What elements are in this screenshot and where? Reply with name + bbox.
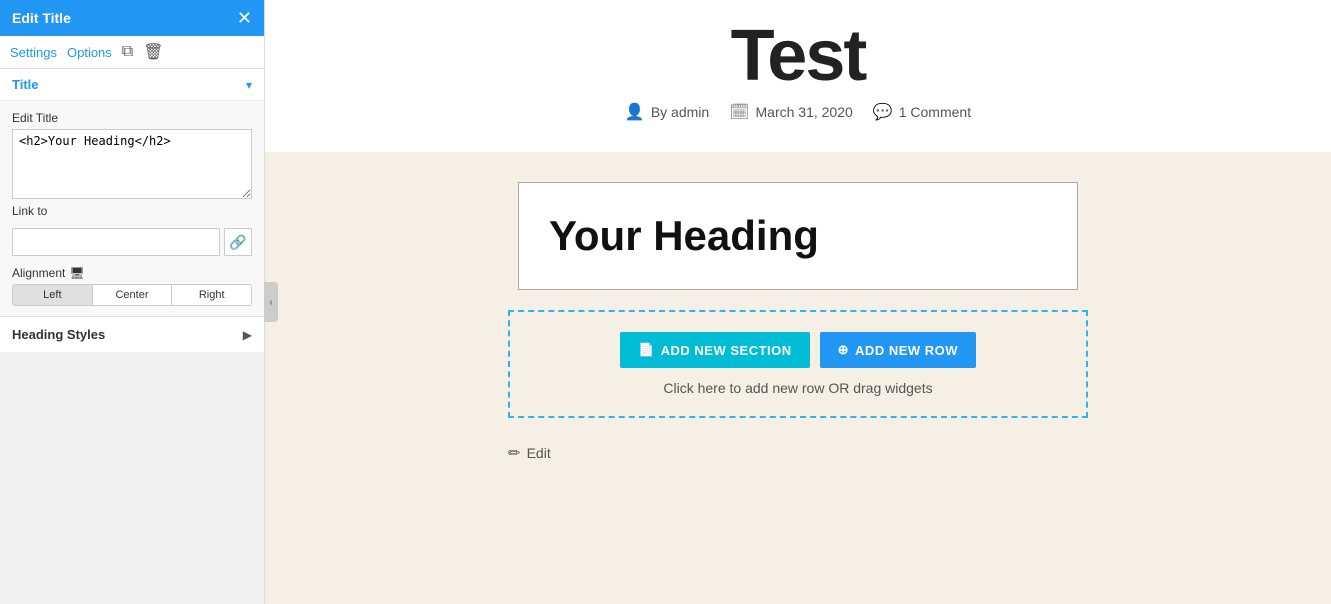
add-section-area: 📄 ADD NEW SECTION ⊕ ADD NEW ROW Click he… bbox=[508, 310, 1088, 418]
link-icon-button[interactable]: 🔗 bbox=[224, 228, 252, 256]
alignment-buttons: Left Center Right bbox=[12, 284, 252, 306]
close-button[interactable]: ✕ bbox=[237, 9, 252, 27]
date-meta: 🗓 March 31, 2020 bbox=[729, 102, 853, 122]
post-header-area: Test 👤 By admin 🗓 March 31, 2020 💬 1 Com… bbox=[265, 0, 1331, 152]
panel-body: Title ▾ Edit Title Link to 🔗 bbox=[0, 69, 264, 604]
comments-meta: 💬 1 Comment bbox=[873, 102, 971, 122]
add-section-label: ADD NEW SECTION bbox=[661, 343, 792, 358]
post-title: Test bbox=[731, 20, 866, 92]
edit-btn-row: ✏ Edit bbox=[508, 438, 1088, 468]
content-area: Your Heading 📄 ADD NEW SECTION ⊕ ADD NEW… bbox=[265, 152, 1331, 498]
edit-title-label: Edit Title bbox=[12, 111, 252, 125]
add-hint: Click here to add new row OR drag widget… bbox=[663, 380, 932, 396]
alignment-row: Alignment 🖥 Left Center Right bbox=[12, 266, 252, 306]
title-section: Title ▾ Edit Title Link to 🔗 bbox=[0, 69, 264, 317]
trash-icon-button[interactable]: 🗑 bbox=[143, 42, 163, 62]
comment-icon: 💬 bbox=[873, 102, 893, 122]
calendar-icon: 🗓 bbox=[729, 102, 749, 122]
title-textarea[interactable] bbox=[12, 129, 252, 199]
monitor-icon: 🖥 bbox=[69, 266, 84, 280]
align-center-button[interactable]: Center bbox=[93, 285, 173, 305]
collapse-arrow-icon: ‹ bbox=[269, 297, 272, 308]
heading-styles-arrow: ▶ bbox=[243, 328, 252, 342]
heading-styles-label: Heading Styles bbox=[12, 327, 105, 342]
add-row-label: ADD NEW ROW bbox=[855, 343, 958, 358]
panel-title: Edit Title bbox=[12, 10, 71, 26]
alignment-text: Alignment bbox=[12, 266, 65, 280]
add-new-row-button[interactable]: ⊕ ADD NEW ROW bbox=[820, 332, 976, 368]
add-section-icon: 📄 bbox=[638, 342, 655, 358]
author-icon: 👤 bbox=[625, 102, 645, 122]
title-section-header[interactable]: Title ▾ bbox=[0, 69, 264, 101]
comments-text: 1 Comment bbox=[899, 104, 971, 120]
copy-icon-button[interactable]: ⧉ bbox=[122, 43, 133, 61]
date-text: March 31, 2020 bbox=[756, 104, 853, 120]
align-right-button[interactable]: Right bbox=[172, 285, 251, 305]
link-icon: 🔗 bbox=[229, 234, 246, 251]
panel-tabs: Settings Options ⧉ 🗑 bbox=[0, 36, 264, 69]
post-meta: 👤 By admin 🗓 March 31, 2020 💬 1 Comment bbox=[625, 102, 971, 122]
author-text: By admin bbox=[651, 104, 709, 120]
add-row-icon: ⊕ bbox=[838, 342, 849, 358]
title-section-label: Title bbox=[12, 77, 39, 92]
add-new-section-button[interactable]: 📄 ADD NEW SECTION bbox=[620, 332, 810, 368]
panel-header: Edit Title ✕ bbox=[0, 0, 264, 36]
link-field-wrapper: Link to 🔗 bbox=[12, 204, 252, 256]
settings-tab[interactable]: Settings bbox=[10, 43, 57, 62]
main-content: Test 👤 By admin 🗓 March 31, 2020 💬 1 Com… bbox=[265, 0, 1331, 604]
title-section-arrow: ▾ bbox=[246, 78, 252, 92]
heading-widget[interactable]: Your Heading bbox=[518, 182, 1078, 290]
options-tab[interactable]: Options bbox=[67, 43, 112, 62]
left-panel: Edit Title ✕ Settings Options ⧉ 🗑 Title … bbox=[0, 0, 265, 604]
heading-styles-section[interactable]: Heading Styles ▶ bbox=[0, 317, 264, 352]
link-input[interactable] bbox=[12, 228, 220, 256]
link-row: 🔗 bbox=[12, 228, 252, 256]
link-label: Link to bbox=[12, 204, 252, 218]
title-section-content: Edit Title Link to 🔗 Alignment 🖥 bbox=[0, 101, 264, 316]
edit-icon: ✏ bbox=[508, 444, 521, 462]
add-buttons-row: 📄 ADD NEW SECTION ⊕ ADD NEW ROW bbox=[620, 332, 976, 368]
align-left-button[interactable]: Left bbox=[13, 285, 93, 305]
collapse-handle[interactable]: ‹ bbox=[264, 282, 278, 322]
heading-widget-text: Your Heading bbox=[549, 213, 1047, 259]
edit-label[interactable]: Edit bbox=[527, 445, 551, 461]
author-meta: 👤 By admin bbox=[625, 102, 709, 122]
alignment-label: Alignment 🖥 bbox=[12, 266, 252, 280]
